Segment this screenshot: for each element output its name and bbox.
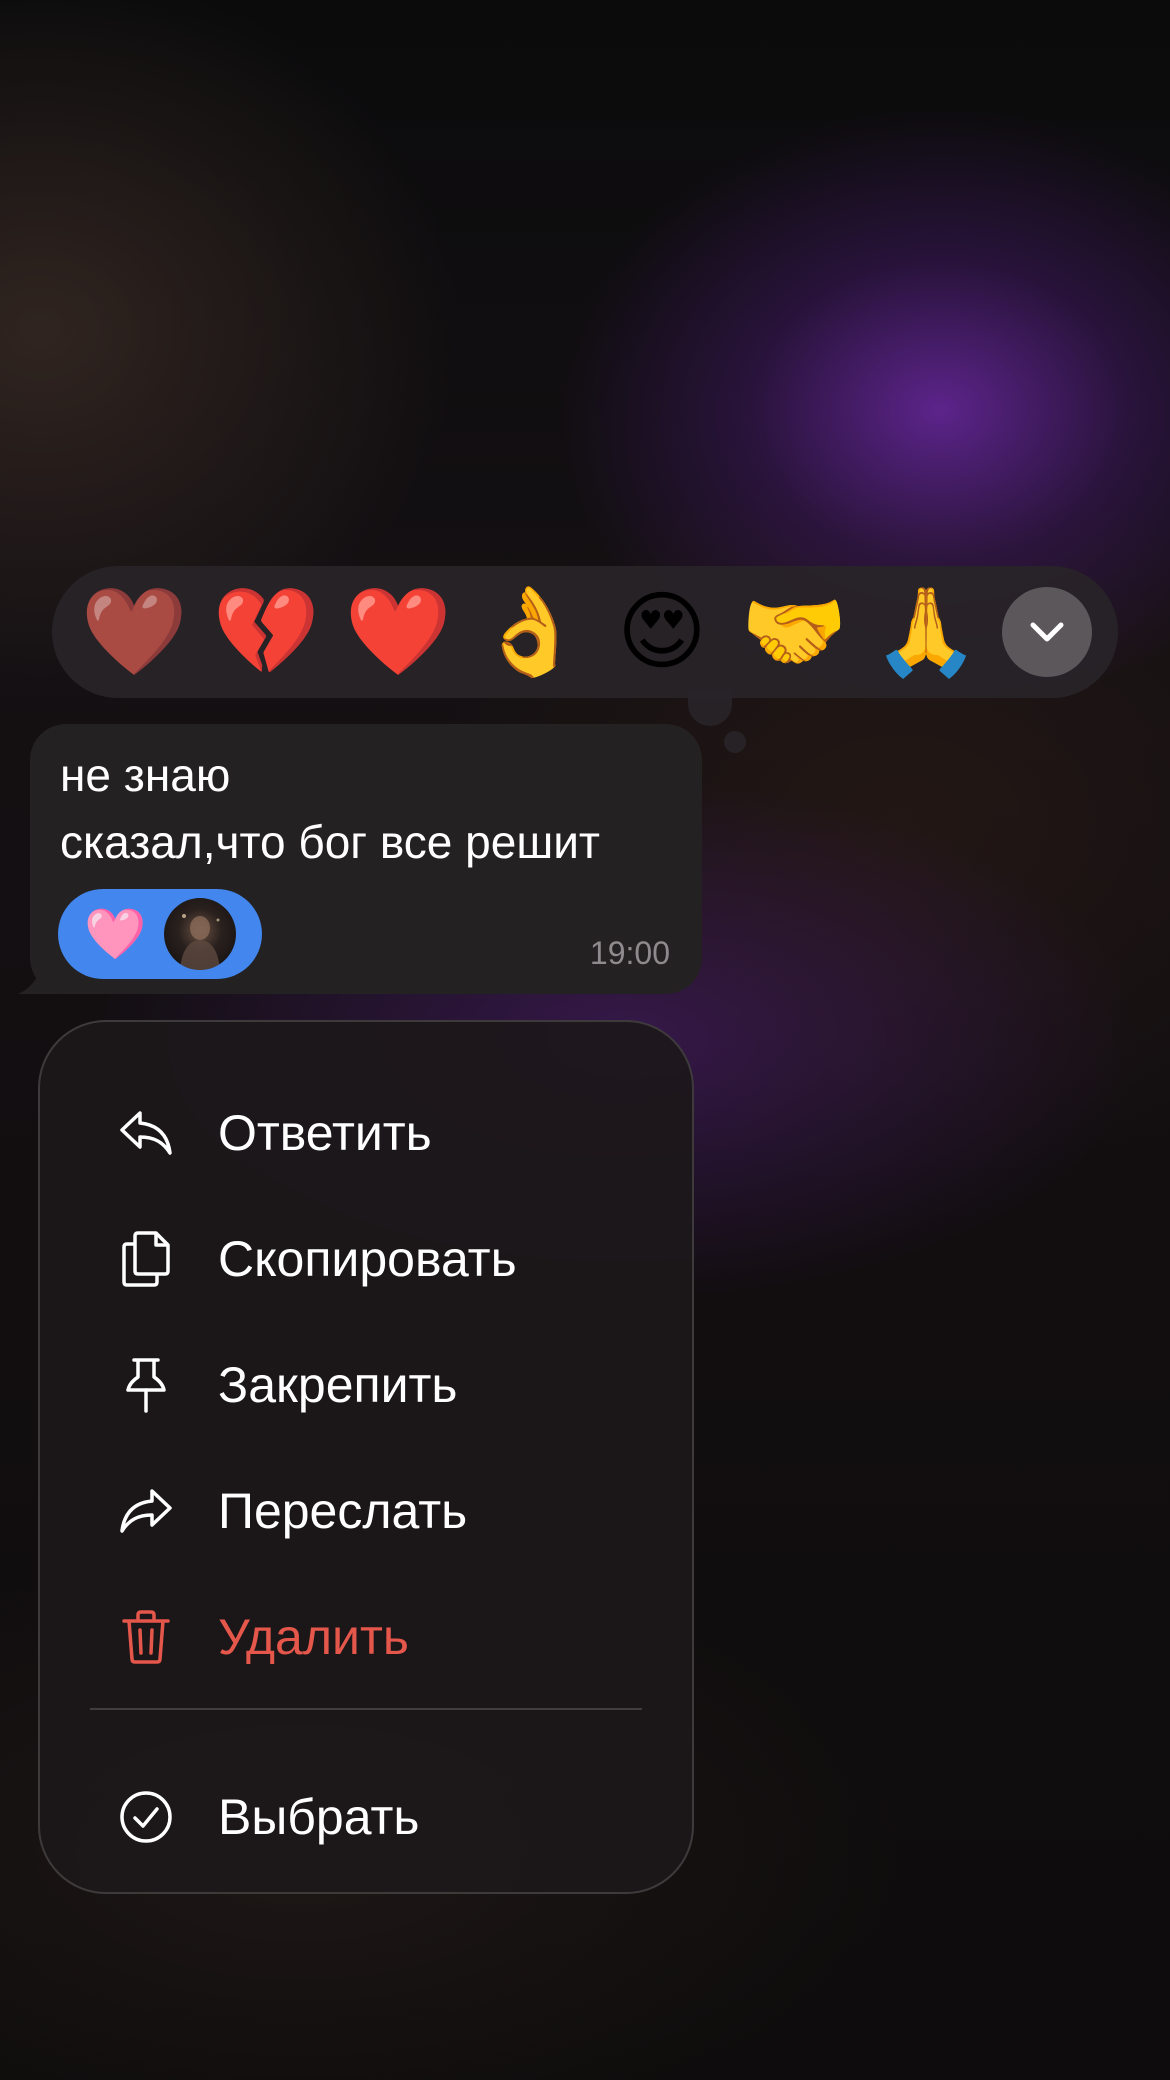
menu-item-reply[interactable]: Ответить (40, 1078, 692, 1188)
pink-heart-icon: 🩷 (84, 906, 147, 962)
copy-icon (114, 1227, 178, 1291)
menu-divider (90, 1708, 642, 1710)
menu-item-label: Переслать (218, 1483, 468, 1539)
message-text-line-2: сказал,что бог все решит (60, 816, 600, 868)
message-context-menu: Ответить Скопировать Закрепить Переслать (38, 1020, 694, 1894)
reaction-heart-eyes[interactable]: 😍 (596, 566, 728, 698)
reaction-ok-hand[interactable]: 👌 (464, 566, 596, 698)
chevron-down-icon (1030, 622, 1064, 642)
forward-icon (114, 1479, 178, 1543)
heart-eyes-icon: 😍 (617, 584, 707, 680)
checkmark-circle-icon (114, 1785, 178, 1849)
menu-item-delete[interactable]: Удалить (40, 1582, 692, 1692)
heart-candy-icon: ❤️ (80, 584, 188, 680)
reaction-heart-candy[interactable]: ❤️ (68, 566, 200, 698)
trash-icon (114, 1605, 178, 1669)
message-reaction-pill[interactable]: 🩷 (58, 889, 262, 979)
reaction-broken-heart[interactable]: 💔 (200, 566, 332, 698)
menu-item-label: Ответить (218, 1105, 432, 1161)
message-bubble[interactable]: не знаю сказал,что бог все решит 🩷 19:00 (30, 724, 702, 994)
message-text-line-1: не знаю (60, 749, 231, 801)
menu-item-label: Закрепить (218, 1357, 458, 1413)
menu-item-copy[interactable]: Скопировать (40, 1204, 692, 1314)
reaction-red-heart[interactable]: ❤️ (332, 566, 464, 698)
message-timestamp: 19:00 (589, 935, 670, 971)
menu-item-label: Скопировать (218, 1231, 517, 1287)
reaction-folded-hands[interactable]: 🙏 (860, 566, 992, 698)
reaction-picker: ❤️ 💔 ❤️ 👌 😍 🤝 🙏 (52, 566, 1118, 698)
menu-item-label: Удалить (218, 1609, 409, 1665)
folded-hands-icon: 🙏 (872, 584, 980, 680)
menu-item-pin[interactable]: Закрепить (40, 1330, 692, 1440)
pin-icon (114, 1353, 178, 1417)
ok-hand-icon: 👌 (476, 584, 584, 680)
menu-item-select[interactable]: Выбрать (40, 1762, 692, 1872)
broken-heart-icon: 💔 (212, 584, 320, 680)
red-heart-icon: ❤️ (344, 584, 452, 680)
reply-icon (114, 1101, 178, 1165)
expand-reactions-button[interactable] (1002, 587, 1092, 677)
menu-item-forward[interactable]: Переслать (40, 1456, 692, 1566)
handshake-icon: 🤝 (740, 584, 848, 680)
menu-item-label: Выбрать (218, 1789, 420, 1845)
reaction-bar-tail-dot-small (724, 731, 746, 753)
reaction-handshake[interactable]: 🤝 (728, 566, 860, 698)
reactor-avatar (164, 898, 236, 970)
